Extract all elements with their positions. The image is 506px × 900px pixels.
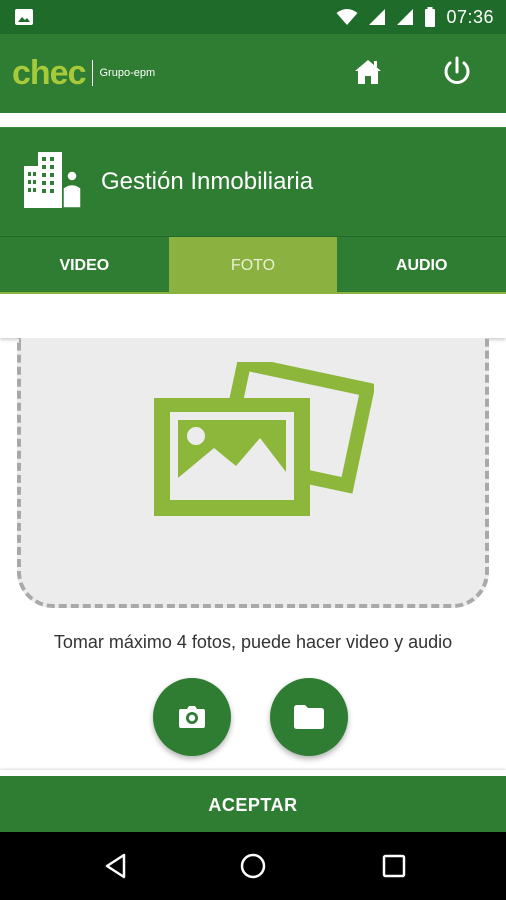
camera-button[interactable] [153, 678, 231, 756]
folder-icon [294, 705, 324, 729]
battery-icon [425, 7, 436, 27]
power-icon[interactable] [437, 52, 477, 92]
signal-icon [369, 9, 386, 25]
tab-foto[interactable]: FOTO [168, 237, 338, 294]
status-bar: 07:36 [0, 0, 506, 34]
page-title: Gestión Inmobiliaria [101, 168, 314, 195]
building-person-icon [24, 152, 82, 209]
home-circle-icon[interactable] [237, 850, 269, 882]
section-header: Gestión Inmobiliaria [0, 127, 506, 236]
chec-logo: chec Grupo-epm [12, 54, 156, 93]
back-icon[interactable] [100, 850, 132, 882]
wifi-icon [336, 9, 358, 25]
folder-button[interactable] [270, 678, 348, 756]
image-notification-icon [15, 9, 33, 25]
home-icon[interactable] [350, 54, 386, 90]
logo-group-text: Grupo-epm [99, 67, 156, 79]
instructions-text: Tomar máximo 4 fotos, puede hacer video … [53, 632, 453, 652]
signal-icon [397, 9, 414, 25]
tab-audio[interactable]: AUDIO [337, 237, 506, 294]
media-tabs: VIDEO FOTO AUDIO [0, 236, 506, 294]
logo-divider [91, 60, 93, 86]
accept-button-label: ACEPTAR [208, 794, 298, 815]
camera-icon [179, 706, 205, 728]
tab-video[interactable]: VIDEO [0, 237, 169, 294]
recent-apps-icon[interactable] [378, 850, 410, 882]
logo-wordmark: chec [12, 54, 86, 93]
app-bar: chec Grupo-epm [0, 34, 506, 113]
content-top-strip [0, 320, 506, 338]
photos-icon [154, 362, 374, 516]
header-divider [0, 113, 506, 127]
logo-wordmark-text: chec [12, 53, 86, 92]
system-nav-bar [0, 832, 506, 900]
accept-button[interactable]: ACEPTAR [0, 770, 506, 832]
clock: 07:36 [446, 6, 494, 27]
